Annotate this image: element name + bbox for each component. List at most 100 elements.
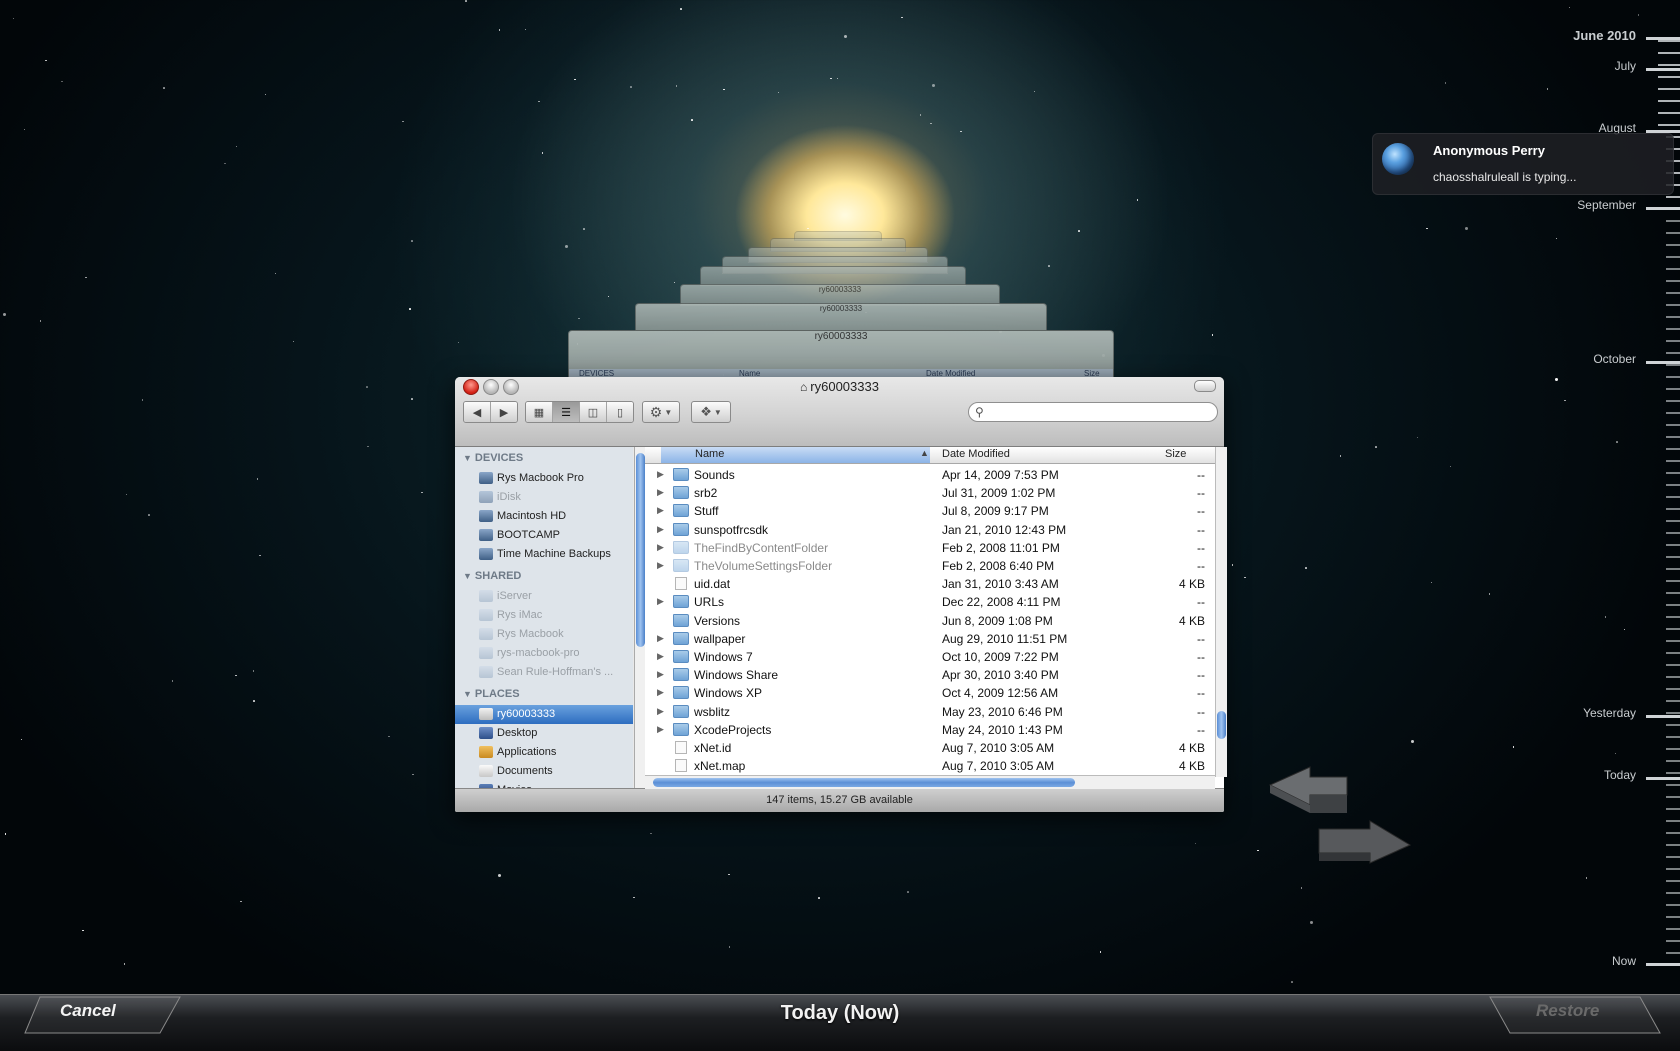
- timeline-tick[interactable]: [1666, 952, 1680, 954]
- sidebar-item[interactable]: Rys iMac: [455, 606, 633, 625]
- timeline-tick[interactable]: [1666, 460, 1680, 462]
- timeline-tick[interactable]: [1666, 328, 1680, 330]
- cover-flow-button[interactable]: ▯: [607, 402, 633, 422]
- file-row[interactable]: ▶ Windows XP Oct 4, 2009 12:56 AM --: [645, 684, 1205, 703]
- disclosure-triangle-icon[interactable]: ▶: [657, 596, 664, 607]
- timeline-major-tick[interactable]: [1646, 361, 1680, 364]
- sidebar-item[interactable]: iDisk: [455, 488, 633, 507]
- sidebar-item[interactable]: BOOTCAMP: [455, 526, 633, 545]
- disclosure-triangle-icon[interactable]: ▶: [657, 487, 664, 498]
- timeline-label[interactable]: September: [1577, 198, 1636, 212]
- file-list-horizontal-scrollbar[interactable]: [645, 775, 1215, 789]
- disclosure-triangle-icon[interactable]: ▶: [657, 724, 664, 735]
- file-row[interactable]: ▶ Sounds Apr 14, 2009 7:53 PM --: [645, 466, 1205, 485]
- chat-notification[interactable]: Anonymous Perry chaosshalruleall is typi…: [1372, 133, 1674, 195]
- timeline-tick[interactable]: [1666, 472, 1680, 474]
- sidebar-item[interactable]: Documents: [455, 762, 633, 781]
- toolbar-toggle-button[interactable]: [1194, 380, 1216, 392]
- file-row[interactable]: xNet.id Aug 7, 2010 3:05 AM 4 KB: [645, 739, 1205, 758]
- disclosure-triangle-icon[interactable]: ▶: [657, 706, 664, 717]
- disclosure-triangle-icon[interactable]: ▶: [657, 505, 664, 516]
- file-row[interactable]: ▶ XcodeProjects May 24, 2010 1:43 PM --: [645, 721, 1205, 740]
- timeline-label[interactable]: Now: [1612, 954, 1636, 968]
- dropbox-menu-button[interactable]: ❖ ▼: [691, 401, 731, 423]
- history-window-snapshot[interactable]: [700, 266, 966, 286]
- sidebar-item[interactable]: Rys Macbook Pro: [455, 469, 633, 488]
- timeline-tick[interactable]: [1666, 868, 1680, 870]
- sidebar-item[interactable]: rys-macbook-pro: [455, 644, 633, 663]
- timeline-tick[interactable]: [1666, 652, 1680, 654]
- timeline-tick[interactable]: [1666, 268, 1680, 270]
- timeline-tick[interactable]: [1666, 388, 1680, 390]
- timeline-tick[interactable]: [1666, 316, 1680, 318]
- date-column-header[interactable]: Date Modified: [942, 448, 1010, 460]
- disclosure-triangle-icon[interactable]: ▶: [657, 669, 664, 680]
- timeline-tick[interactable]: [1666, 556, 1680, 558]
- timeline-tick[interactable]: [1666, 724, 1680, 726]
- file-row[interactable]: ▶ srb2 Jul 31, 2009 1:02 PM --: [645, 484, 1205, 503]
- timeline-tick[interactable]: [1658, 40, 1680, 42]
- disclosure-triangle-icon[interactable]: ▼: [463, 571, 472, 581]
- disclosure-triangle-icon[interactable]: ▶: [657, 542, 664, 553]
- timeline-tick[interactable]: [1658, 124, 1680, 126]
- file-row[interactable]: ▶ wallpaper Aug 29, 2010 11:51 PM --: [645, 630, 1205, 649]
- disclosure-triangle-icon[interactable]: ▼: [463, 453, 472, 463]
- timeline-tick[interactable]: [1666, 664, 1680, 666]
- timeline-tick[interactable]: [1666, 256, 1680, 258]
- file-row[interactable]: ▶ wsblitz May 23, 2010 6:46 PM --: [645, 703, 1205, 722]
- timeline-tick[interactable]: [1658, 64, 1680, 66]
- disclosure-triangle-icon[interactable]: ▶: [657, 524, 664, 535]
- timeline-tick[interactable]: [1666, 280, 1680, 282]
- timeline-label[interactable]: Yesterday: [1583, 706, 1636, 720]
- file-row[interactable]: ▶ TheVolumeSettingsFolder Feb 2, 2008 6:40…: [645, 557, 1205, 576]
- timeline-label[interactable]: October: [1593, 352, 1636, 366]
- timeline-tick[interactable]: [1666, 196, 1680, 198]
- disclosure-triangle-icon[interactable]: ▶: [657, 687, 664, 698]
- timeline-label[interactable]: July: [1615, 59, 1636, 73]
- timeline-tick[interactable]: [1666, 892, 1680, 894]
- timeline-major-tick[interactable]: [1646, 963, 1680, 966]
- timeline-major-tick[interactable]: [1646, 37, 1680, 40]
- timeline-tick[interactable]: [1658, 52, 1680, 54]
- timeline-tick[interactable]: [1666, 484, 1680, 486]
- forward-in-time-arrow-icon[interactable]: [1318, 820, 1412, 864]
- timeline-tick[interactable]: [1666, 232, 1680, 234]
- file-row[interactable]: ▶ sunspotfrcsdk Jan 21, 2010 12:43 PM --: [645, 521, 1205, 540]
- timeline-tick[interactable]: [1666, 796, 1680, 798]
- search-field[interactable]: ⚲: [968, 402, 1218, 422]
- timeline-label[interactable]: June 2010: [1573, 28, 1636, 43]
- timeline-tick[interactable]: [1666, 748, 1680, 750]
- back-in-time-arrow-icon[interactable]: [1268, 766, 1348, 813]
- timeline-tick[interactable]: [1658, 100, 1680, 102]
- timeline-tick[interactable]: [1666, 244, 1680, 246]
- sidebar-item[interactable]: Sean Rule-Hoffman's ...: [455, 663, 633, 682]
- sidebar-item[interactable]: Rys Macbook: [455, 625, 633, 644]
- file-list-vertical-scrollbar[interactable]: [1215, 447, 1227, 777]
- timeline-tick[interactable]: [1666, 412, 1680, 414]
- timeline-tick[interactable]: [1666, 532, 1680, 534]
- file-row[interactable]: ▶ Stuff Jul 8, 2009 9:17 PM --: [645, 502, 1205, 521]
- sidebar-item[interactable]: ry60003333: [455, 705, 633, 724]
- column-view-button[interactable]: ◫: [580, 402, 607, 422]
- timeline-tick[interactable]: [1666, 856, 1680, 858]
- sidebar-item[interactable]: iServer: [455, 587, 633, 606]
- sidebar-section-header[interactable]: ▼ PLACES: [463, 688, 520, 700]
- timeline-major-tick[interactable]: [1646, 715, 1680, 718]
- timeline-tick[interactable]: [1666, 496, 1680, 498]
- name-column-header[interactable]: Name: [695, 448, 724, 460]
- timeline-tick[interactable]: [1666, 616, 1680, 618]
- timeline-tick[interactable]: [1666, 736, 1680, 738]
- timeline-tick[interactable]: [1666, 688, 1680, 690]
- timeline-tick[interactable]: [1666, 448, 1680, 450]
- file-row[interactable]: ▶ Windows Share Apr 30, 2010 3:40 PM --: [645, 666, 1205, 685]
- timeline-tick[interactable]: [1666, 352, 1680, 354]
- disclosure-triangle-icon[interactable]: ▶: [657, 560, 664, 571]
- timeline-tick[interactable]: [1666, 508, 1680, 510]
- scrollbar-thumb[interactable]: [653, 778, 1075, 787]
- sidebar-section-header[interactable]: ▼ SHARED: [463, 570, 521, 582]
- timeline-tick[interactable]: [1666, 424, 1680, 426]
- timeline-tick[interactable]: [1658, 112, 1680, 114]
- timeline-tick[interactable]: [1666, 808, 1680, 810]
- timeline-tick[interactable]: [1666, 880, 1680, 882]
- disclosure-triangle-icon[interactable]: ▶: [657, 469, 664, 480]
